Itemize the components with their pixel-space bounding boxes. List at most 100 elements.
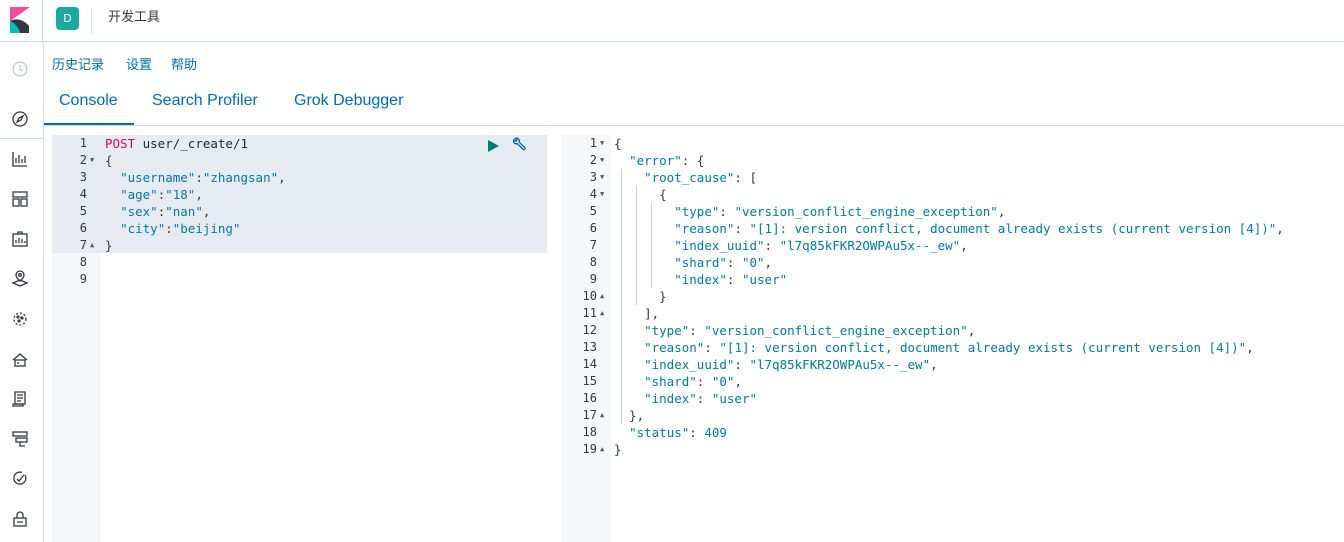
code-token: "0": [711, 374, 735, 389]
code-token: : {: [681, 153, 705, 168]
code-token: "age": [120, 187, 158, 202]
fold-toggle-icon[interactable]: ▲: [600, 407, 604, 424]
uptime-icon[interactable]: [10, 469, 30, 489]
line-number: 18: [582, 425, 597, 439]
code-token: :: [726, 255, 742, 270]
code-line: "type": "version_conflict_engine_excepti…: [614, 203, 1005, 220]
space-avatar[interactable]: D: [56, 7, 79, 30]
fold-toggle-icon[interactable]: ▲: [600, 305, 604, 322]
line-number: 14: [582, 357, 597, 371]
line-number: 3: [589, 170, 597, 184]
code-token: "user": [741, 272, 788, 287]
history-link[interactable]: 历史记录: [52, 54, 104, 73]
line-number: 1: [79, 136, 87, 150]
code-line: }: [105, 237, 113, 254]
breadcrumb-app-title: 开发工具: [108, 10, 161, 25]
code-token: :: [719, 204, 735, 219]
code-token: :: [195, 170, 203, 185]
fold-toggle-icon[interactable]: ▼: [90, 152, 94, 169]
help-link[interactable]: 帮助: [171, 54, 197, 73]
infrastructure-icon[interactable]: [10, 349, 30, 369]
tab-grok-debugger[interactable]: Grok Debugger: [294, 92, 403, 110]
siem-lock-icon[interactable]: [10, 509, 30, 529]
code-line: "city":"beijing": [105, 220, 240, 237]
code-token: ,: [967, 323, 976, 338]
fold-toggle-icon[interactable]: ▲: [600, 288, 604, 305]
line-number: 4: [589, 187, 597, 201]
line-number: 2: [589, 153, 597, 167]
wrench-settings-icon[interactable]: [510, 137, 527, 154]
code-token: "root_cause": [644, 170, 735, 185]
code-token: :: [734, 221, 750, 236]
code-token: "type": [674, 204, 720, 219]
canvas-icon[interactable]: [10, 229, 30, 249]
code-token: "user": [711, 391, 758, 406]
code-token: ,: [930, 357, 938, 372]
code-token: ,: [195, 187, 203, 202]
line-number: 5: [589, 204, 597, 218]
line-number: 19: [582, 442, 597, 456]
code-token: "0": [741, 255, 765, 270]
settings-link[interactable]: 设置: [126, 54, 152, 73]
code-line: "reason": "[1]: version conflict, docume…: [614, 220, 1284, 237]
fold-toggle-icon[interactable]: ▲: [90, 237, 94, 254]
line-number: 16: [582, 391, 597, 405]
run-request-play-icon[interactable]: [486, 138, 500, 152]
line-number: 7: [79, 238, 87, 252]
tab-search-profiler[interactable]: Search Profiler: [152, 92, 258, 110]
visualize-chart-icon[interactable]: [10, 149, 30, 169]
tab-console[interactable]: Console: [59, 92, 118, 110]
code-token: :: [764, 238, 780, 253]
logs-icon[interactable]: [10, 389, 30, 409]
maps-icon[interactable]: [10, 269, 30, 289]
sidebar-divider: [0, 138, 44, 139]
code-token: ,: [997, 204, 1006, 219]
code-token: ,: [278, 170, 286, 185]
active-tab-indicator: [44, 123, 134, 125]
kibana-logo-icon: [10, 7, 30, 33]
line-number: 6: [79, 221, 87, 235]
code-token: ,: [202, 204, 211, 219]
code-token: 409: [704, 425, 727, 440]
devtools-tabs: Console Search Profiler Grok Debugger: [44, 84, 1344, 126]
fold-toggle-icon[interactable]: ▲: [600, 441, 604, 458]
fold-toggle-icon[interactable]: ▼: [600, 169, 604, 186]
side-nav: [0, 42, 44, 542]
fold-toggle-icon[interactable]: ▼: [600, 135, 604, 152]
code-line: "error": {: [614, 152, 704, 169]
apm-icon[interactable]: [10, 429, 30, 449]
code-token: "zhangsan": [202, 170, 279, 185]
editor-resize-handle[interactable]: [547, 135, 561, 542]
fold-toggle-icon[interactable]: ▼: [600, 186, 604, 203]
recently-viewed-clock-icon[interactable]: [10, 59, 30, 79]
dashboard-icon[interactable]: [10, 189, 30, 209]
code-line: "root_cause": [: [614, 169, 757, 186]
code-line: "username":"zhangsan",: [105, 169, 286, 186]
indent-guide: [621, 169, 622, 424]
code-token: {: [614, 136, 622, 151]
indent-guide: [651, 203, 652, 288]
code-line: "shard": "0",: [614, 254, 772, 271]
code-token: "l7q85kFKR2OWPAu5x--_ew": [779, 238, 961, 253]
kibana-logo[interactable]: [0, 0, 43, 42]
code-line: POST user/_create/1: [105, 135, 248, 152]
machine-learning-icon[interactable]: [10, 309, 30, 329]
line-number: 3: [79, 170, 87, 184]
code-token: "reason": [674, 221, 735, 236]
fold-toggle-icon[interactable]: ▼: [600, 152, 604, 169]
discover-compass-icon[interactable]: [10, 109, 30, 129]
code-token: "beijing": [172, 221, 241, 236]
top-header: D 开发工具: [0, 0, 1344, 42]
code-token: :: [689, 323, 705, 338]
code-token: "status": [629, 425, 690, 440]
